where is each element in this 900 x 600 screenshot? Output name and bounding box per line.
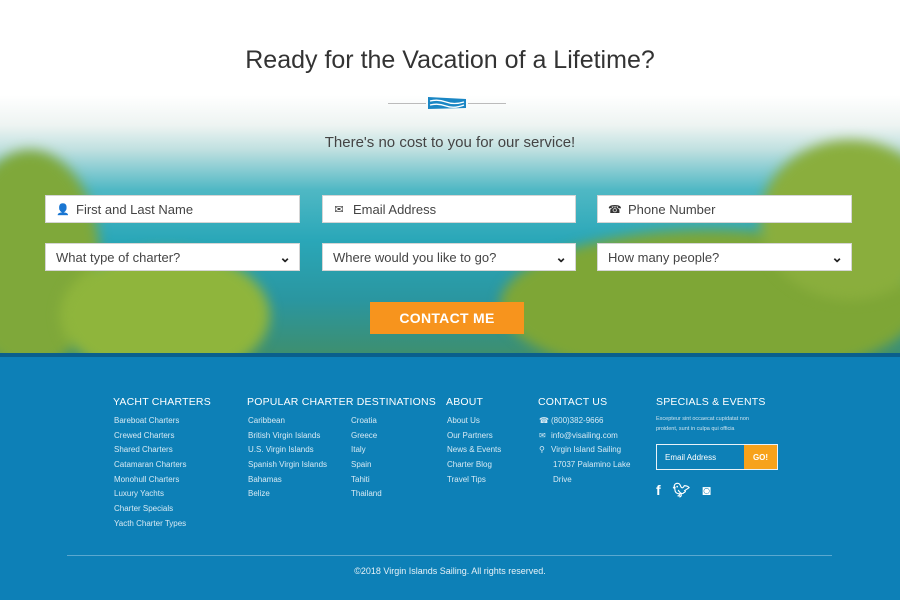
footer-link[interactable]: Monohull Charters — [113, 473, 211, 488]
footer-link[interactable]: Charter Blog — [446, 458, 501, 473]
name-placeholder: First and Last Name — [76, 201, 194, 217]
contact-column: CONTACT US ☎ (800)382-9666 ✉ info@visailin… — [538, 396, 630, 487]
chevron-down-icon: ⌄ — [831, 249, 843, 265]
phone-placeholder: Phone Number — [628, 201, 716, 217]
footer-link[interactable]: Our Partners — [446, 429, 501, 444]
charter-type-select[interactable]: What type of charter? ⌄ — [45, 243, 300, 271]
map-pin-icon: ⚲ — [539, 445, 545, 455]
phone-icon: ☎ — [608, 203, 622, 216]
email-text: info@visailing.com — [551, 430, 618, 440]
footer-link[interactable]: Thailand — [350, 487, 382, 502]
footer-link[interactable]: Yacth Charter Types — [113, 517, 211, 532]
facebook-icon[interactable]: f — [656, 482, 661, 499]
footer-link[interactable]: Italy — [350, 443, 382, 458]
people-select[interactable]: How many people? ⌄ — [597, 243, 852, 271]
chevron-down-icon: ⌄ — [555, 249, 567, 265]
user-icon: 👤 — [56, 203, 70, 216]
column-heading: YACHT CHARTERS — [113, 396, 211, 408]
yacht-charters-column: YACHT CHARTERS Bareboat Charters Crewed C… — [113, 396, 211, 532]
footer-link[interactable]: U.S. Virgin Islands — [247, 443, 350, 458]
specials-text: Excepteur sint occaecat cupidatat non pr… — [656, 416, 749, 432]
footer: YACHT CHARTERS Bareboat Charters Crewed C… — [0, 357, 900, 600]
footer-link[interactable]: Spain — [350, 458, 382, 473]
twitter-icon[interactable]: 🐦︎ — [673, 482, 691, 499]
footer-link[interactable]: Crewed Charters — [113, 429, 211, 444]
footer-link[interactable]: Luxury Yachts — [113, 487, 211, 502]
footer-link[interactable]: News & Events — [446, 443, 501, 458]
footer-link[interactable]: Greece — [350, 429, 382, 444]
newsletter-email-input[interactable]: Email Address — [657, 445, 744, 469]
name-input[interactable]: 👤 First and Last Name — [45, 195, 300, 223]
footer-link[interactable]: Charter Specials — [113, 502, 211, 517]
phone-input[interactable]: ☎ Phone Number — [597, 195, 852, 223]
phone-icon: ☎ — [539, 416, 549, 425]
address-line: Drive — [553, 474, 572, 484]
column-heading: SPECIALS & EVENTS — [656, 396, 766, 408]
newsletter-form: Email Address GO! — [656, 444, 778, 470]
destination-select[interactable]: Where would you like to go? ⌄ — [322, 243, 576, 271]
footer-link[interactable]: About Us — [446, 414, 501, 429]
instagram-icon[interactable]: ◙ — [702, 482, 710, 499]
contact-address: ⚲ Virgin Island Sailing — [538, 443, 630, 458]
charter-type-value: What type of charter? — [56, 249, 181, 265]
chevron-down-icon: ⌄ — [279, 249, 291, 265]
contact-me-button[interactable]: CONTACT ME — [370, 302, 524, 334]
footer-link[interactable]: Bahamas — [247, 473, 350, 488]
footer-link[interactable]: Travel Tips — [446, 473, 501, 488]
footer-link[interactable]: British Virgin Islands — [247, 429, 350, 444]
social-links: f 🐦︎ ◙ — [656, 482, 778, 499]
flag-divider — [388, 96, 506, 109]
people-value: How many people? — [608, 249, 720, 265]
footer-link[interactable]: Caribbean — [247, 414, 350, 429]
contact-hero: Ready for the Vacation of a Lifetime? Th… — [0, 0, 900, 353]
address-line: 17037 Palamino Lake — [553, 460, 631, 470]
address-line: Virgin Island Sailing — [551, 445, 622, 455]
column-heading: CONTACT US — [538, 396, 608, 408]
phone-text: (800)382-9666 — [551, 416, 604, 425]
footer-link[interactable]: Shared Charters — [113, 443, 211, 458]
copyright: ©2018 Virgin Islands Sailing. All rights… — [354, 566, 546, 576]
footer-link[interactable]: Spanish Virgin Islands — [247, 458, 350, 473]
destination-value: Where would you like to go? — [333, 249, 497, 265]
footer-divider — [67, 555, 832, 556]
footer-link[interactable]: Catamaran Charters — [113, 458, 211, 473]
footer-link[interactable]: Croatia — [350, 414, 382, 429]
about-column: ABOUT About Us Our Partners News & Events C… — [446, 396, 501, 487]
wave-flag-icon — [428, 97, 466, 109]
contact-phone[interactable]: ☎ (800)382-9666 — [538, 414, 630, 429]
newsletter-go-button[interactable]: GO! — [744, 445, 777, 469]
page-title: Ready for the Vacation of a Lifetime? — [245, 46, 655, 74]
specials-column: SPECIALS & EVENTS Excepteur sint occaeca… — [656, 396, 778, 499]
contact-email[interactable]: ✉ info@visailing.com — [538, 429, 630, 444]
envelope-icon: ✉ — [334, 203, 344, 216]
subtitle: There's no cost to you for our service! — [324, 134, 576, 151]
column-heading: ABOUT — [446, 396, 484, 408]
email-placeholder: Email Address — [353, 201, 437, 217]
email-input[interactable]: ✉ Email Address — [322, 195, 576, 223]
footer-link[interactable]: Belize — [247, 487, 350, 502]
column-heading: POPULAR CHARTER DESTINATIONS — [247, 396, 436, 408]
footer-link[interactable]: Tahiti — [350, 473, 382, 488]
footer-link[interactable]: Bareboat Charters — [113, 414, 211, 429]
envelope-icon: ✉ — [539, 430, 546, 440]
destinations-column: POPULAR CHARTER DESTINATIONS Caribbean Br… — [247, 396, 436, 502]
